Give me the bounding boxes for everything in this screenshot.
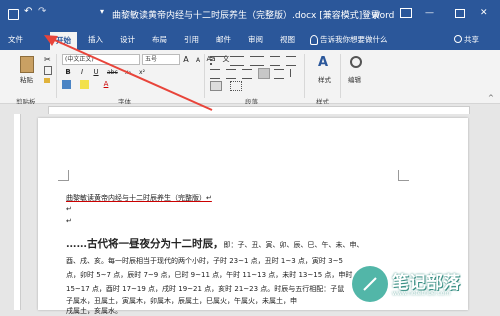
watermark-url: www.notetribe.com <box>392 290 451 297</box>
pencil-icon <box>363 277 377 291</box>
annotation-arrow <box>44 35 213 111</box>
